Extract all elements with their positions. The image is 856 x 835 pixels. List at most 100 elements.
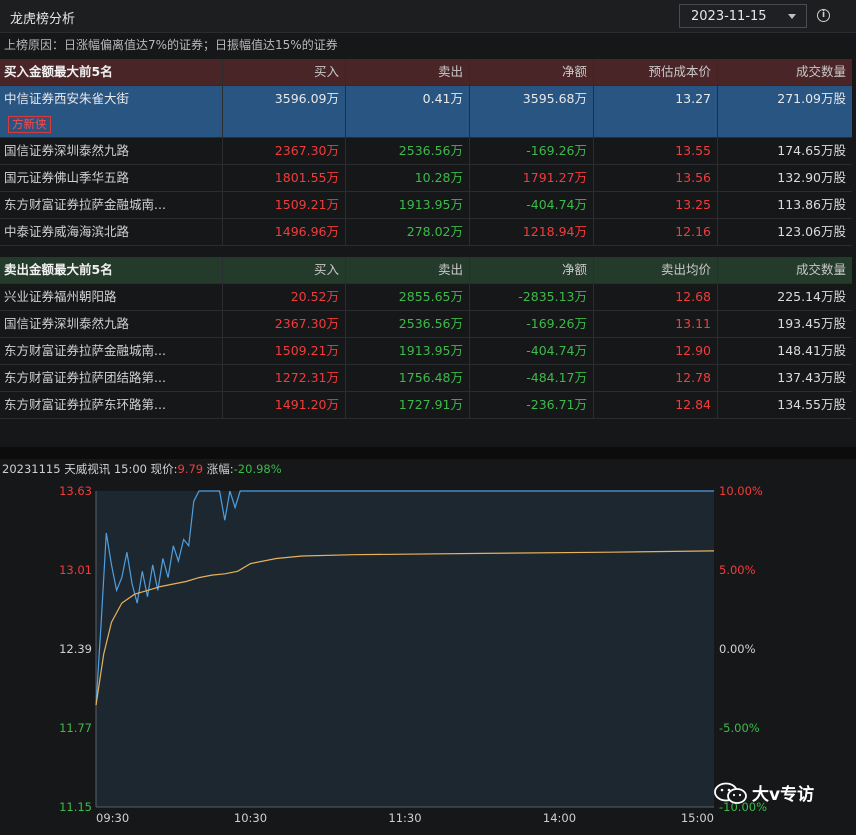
broker-name: 东方财富证券拉萨金融城南...	[4, 197, 166, 212]
table-row[interactable]: 国元证券佛山季华五路 1801.55万 10.28万 1791.27万 13.5…	[0, 165, 852, 192]
column-header[interactable]: 预估成本价	[593, 59, 717, 85]
sell-table-header: 卖出金额最大前5名 买入 卖出 净额 卖出均价 成交数量	[0, 257, 852, 284]
cost-price: 13.55	[593, 138, 717, 164]
x-tick-label: 09:30	[96, 811, 129, 825]
change-label: 涨幅:	[206, 462, 234, 476]
broker-name: 中泰证券威海海滨北路	[4, 224, 130, 239]
net-amount: -169.26万	[469, 138, 593, 164]
buy-amount: 1801.55万	[222, 165, 345, 191]
column-header[interactable]: 买入	[222, 59, 345, 85]
sell-amount: 1913.95万	[345, 338, 469, 364]
date-selector[interactable]: 2023-11-15	[679, 4, 807, 28]
x-tick-label: 11:30	[388, 811, 421, 825]
volume: 271.09万股	[717, 86, 852, 137]
x-tick-label: 10:30	[234, 811, 267, 825]
sell-amount: 2855.65万	[345, 284, 469, 310]
wechat-icon	[714, 782, 747, 804]
volume: 123.06万股	[717, 219, 852, 245]
broker-name: 东方财富证券拉萨东环路第...	[4, 397, 166, 412]
buy-amount: 1491.20万	[222, 392, 345, 418]
net-amount: -404.74万	[469, 192, 593, 218]
y-tick-label: 11.15	[59, 800, 92, 814]
table-row[interactable]: 东方财富证券拉萨金融城南... 1509.21万 1913.95万 -404.7…	[0, 338, 852, 365]
sell-amount: 1756.48万	[345, 365, 469, 391]
net-amount: -484.17万	[469, 365, 593, 391]
info-circle-icon[interactable]: i	[817, 9, 830, 22]
column-header[interactable]: 净额	[469, 59, 593, 85]
column-header[interactable]: 卖出	[345, 59, 469, 85]
net-amount: -2835.13万	[469, 284, 593, 310]
volume: 193.45万股	[717, 311, 852, 337]
column-header[interactable]: 卖出	[345, 257, 469, 283]
x-tick-label: 14:00	[543, 811, 576, 825]
buy-amount: 1509.21万	[222, 192, 345, 218]
avg-sell-price: 12.84	[593, 392, 717, 418]
cost-price: 13.27	[593, 86, 717, 137]
sell-amount: 0.41万	[345, 86, 469, 137]
broker-name: 东方财富证券拉萨金融城南...	[4, 343, 166, 358]
date-value: 2023-11-15	[691, 9, 767, 24]
avg-sell-price: 12.68	[593, 284, 717, 310]
sell-amount: 1727.91万	[345, 392, 469, 418]
buy-amount: 1509.21万	[222, 338, 345, 364]
broker-name: 兴业证券福州朝阳路	[4, 289, 117, 304]
column-header[interactable]: 成交数量	[717, 59, 852, 85]
y-right-tick-label: -5.00%	[719, 721, 760, 735]
chevron-down-icon	[788, 14, 796, 19]
sell-amount: 1913.95万	[345, 192, 469, 218]
net-amount: -236.71万	[469, 392, 593, 418]
sell-amount: 2536.56万	[345, 311, 469, 337]
table-row[interactable]: 东方财富证券拉萨团结路第... 1272.31万 1756.48万 -484.1…	[0, 365, 852, 392]
volume: 225.14万股	[717, 284, 852, 310]
y-right-tick-label: 5.00%	[719, 563, 756, 577]
section-divider	[0, 447, 856, 459]
cost-price: 12.16	[593, 219, 717, 245]
net-amount: 1218.94万	[469, 219, 593, 245]
table-row[interactable]: 兴业证券福州朝阳路 20.52万 2855.65万 -2835.13万 12.6…	[0, 284, 852, 311]
broker-name: 东方财富证券拉萨团结路第...	[4, 370, 166, 385]
buy-table-header: 买入金额最大前5名 买入 卖出 净额 预估成本价 成交数量	[0, 59, 852, 86]
table-row[interactable]: 中泰证券威海海滨北路 1496.96万 278.02万 1218.94万 12.…	[0, 219, 852, 246]
table-row[interactable]: 东方财富证券拉萨东环路第... 1491.20万 1727.91万 -236.7…	[0, 392, 852, 419]
broker-name: 国信证券深圳泰然九路	[4, 316, 130, 331]
net-amount: 1791.27万	[469, 165, 593, 191]
trader-tag[interactable]: 方新侠	[8, 116, 51, 133]
table-row[interactable]: 国信证券深圳泰然九路 2367.30万 2536.56万 -169.26万 13…	[0, 138, 852, 165]
broker-name: 国信证券深圳泰然九路	[4, 143, 130, 158]
watermark-text: 大v专访	[752, 785, 815, 805]
column-header[interactable]: 卖出均价	[593, 257, 717, 283]
buy-amount: 1496.96万	[222, 219, 345, 245]
column-header[interactable]: 净额	[469, 257, 593, 283]
sell-amount: 2536.56万	[345, 138, 469, 164]
y-tick-label: 11.77	[59, 721, 92, 735]
cost-price: 13.25	[593, 192, 717, 218]
avg-sell-price: 13.11	[593, 311, 717, 337]
broker-name: 国元证券佛山季华五路	[4, 170, 130, 185]
column-header[interactable]: 成交数量	[717, 257, 852, 283]
net-amount: -169.26万	[469, 311, 593, 337]
buy-amount: 1272.31万	[222, 365, 345, 391]
listing-reason: 上榜原因：日涨幅偏离值达7%的证券；日振幅值达15%的证券	[4, 38, 338, 52]
volume: 132.90万股	[717, 165, 852, 191]
buy-amount: 20.52万	[222, 284, 345, 310]
y-right-tick-label: 10.00%	[719, 484, 763, 498]
change-percent: -20.98%	[233, 462, 282, 476]
column-header[interactable]: 买入	[222, 257, 345, 283]
y-right-tick-label: 0.00%	[719, 642, 756, 656]
table-row[interactable]: 国信证券深圳泰然九路 2367.30万 2536.56万 -169.26万 13…	[0, 311, 852, 338]
y-tick-label: 12.39	[59, 642, 92, 656]
buy-table-title: 买入金额最大前5名	[4, 64, 113, 79]
table-row[interactable]: 中信证券西安朱雀大街 方新侠 3596.09万 0.41万 3595.68万 1…	[0, 86, 852, 138]
current-price: 9.79	[177, 462, 204, 476]
volume: 137.43万股	[717, 365, 852, 391]
sell-table-title: 卖出金额最大前5名	[4, 262, 113, 277]
table-row[interactable]: 东方财富证券拉萨金融城南... 1509.21万 1913.95万 -404.7…	[0, 192, 852, 219]
volume: 113.86万股	[717, 192, 852, 218]
buy-amount: 2367.30万	[222, 311, 345, 337]
buy-amount: 2367.30万	[222, 138, 345, 164]
y-tick-label: 13.01	[59, 563, 92, 577]
sell-amount: 10.28万	[345, 165, 469, 191]
dragon-tiger-panel: 龙虎榜分析 2023-11-15 i 上榜原因：日涨幅偏离值达7%的证券；日振幅…	[0, 0, 856, 835]
volume: 174.65万股	[717, 138, 852, 164]
cost-price: 13.56	[593, 165, 717, 191]
